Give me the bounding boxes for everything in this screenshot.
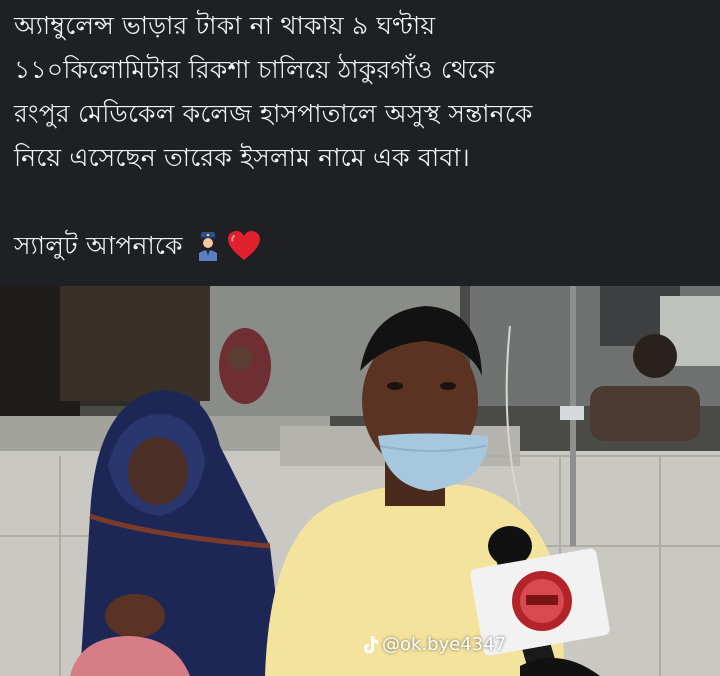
tiktok-icon <box>362 635 380 655</box>
police-officer-icon <box>197 230 219 262</box>
salute-row: স্যালুট আপনাকে <box>14 224 706 268</box>
tiktok-handle: @ok.bye4347 <box>382 634 507 655</box>
red-heart-icon <box>227 229 261 263</box>
social-post: অ্যাম্বুলেন্স ভাড়ার টাকা না থাকায় ৯ ঘণ… <box>0 0 720 676</box>
post-caption: অ্যাম্বুলেন্স ভাড়ার টাকা না থাকায় ৯ ঘণ… <box>0 0 720 286</box>
tiktok-watermark: @ok.bye4347 <box>362 634 506 655</box>
news-photo <box>0 286 720 676</box>
salute-text: স্যালুট আপনাকে <box>14 231 183 260</box>
caption-line-2: ১১০কিলোমিটার রিকশা চালিয়ে ঠাকুরগাঁও থেক… <box>14 55 496 84</box>
caption-line-3: রংপুর মেডিকেল কলেজ হাসপাতালে অসুস্থ সন্ত… <box>14 99 533 128</box>
caption-line-4: নিয়ে এসেছেন তারেক ইসলাম নামে এক বাবা। <box>14 143 470 172</box>
caption-line-1: অ্যাম্বুলেন্স ভাড়ার টাকা না থাকায় ৯ ঘণ… <box>14 11 436 40</box>
